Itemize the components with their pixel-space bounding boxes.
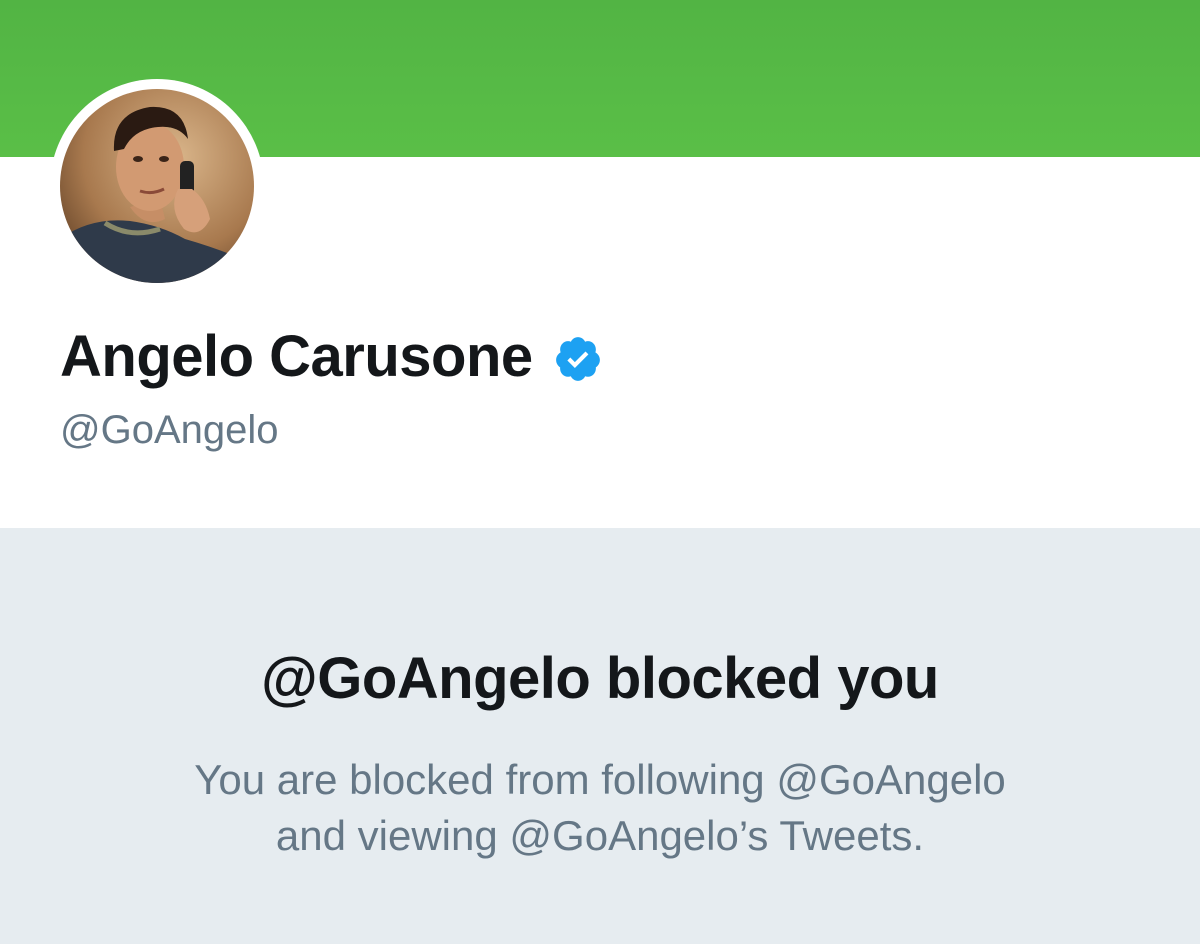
profile-handle: @GoAngelo [60, 408, 279, 452]
blocked-title: @GoAngelo blocked you [261, 646, 939, 711]
profile-page: Angelo Carusone @GoAngelo @GoAngelo bloc… [0, 0, 1200, 944]
verified-badge-icon [555, 337, 600, 381]
avatar-border [50, 79, 264, 293]
blocked-description-line-2: and viewing @GoAngelo’s Tweets. [275, 812, 925, 859]
blocked-description: You are blocked from following @GoAngelo… [100, 752, 1100, 864]
avatar[interactable] [60, 89, 254, 283]
blocked-description-line-1: You are blocked from following @GoAngelo [194, 756, 1006, 803]
name-row: Angelo Carusone [60, 320, 603, 392]
blocked-message-panel: @GoAngelo blocked you You are blocked fr… [0, 528, 1200, 944]
avatar-photo [60, 89, 254, 283]
display-name: Angelo Carusone [60, 323, 533, 389]
